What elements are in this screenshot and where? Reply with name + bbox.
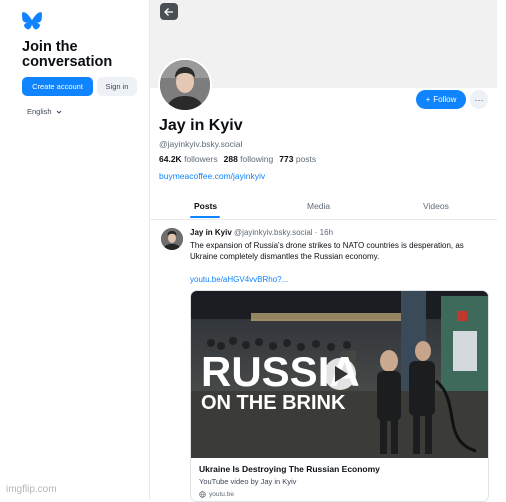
posts-stat: 773 posts [279,154,317,164]
post-author[interactable]: Jay in Kyiv [190,228,232,237]
card-domain: youtu.be [199,491,234,498]
follow-button[interactable]: + Follow [416,90,466,109]
watermark: imgflip.com [6,484,57,495]
back-button[interactable] [160,3,178,20]
follow-label: Follow [433,95,457,104]
ellipsis-icon: ··· [474,94,484,105]
video-thumbnail[interactable]: RUSSIA ON THE BRINK [191,291,488,458]
bluesky-logo-icon[interactable] [22,12,42,30]
post-header: Jay in Kyiv @jayinkyiv.bsky.social · 16h [190,228,333,237]
feed-post[interactable]: Jay in Kyiv @jayinkyiv.bsky.social · 16h… [150,220,497,502]
chevron-down-icon [56,110,61,114]
post-text: The expansion of Russia's drone strikes … [190,241,464,261]
thumb-subtitle: ON THE BRINK [201,392,346,414]
create-account-button[interactable]: Create account [22,77,93,96]
card-subtitle: YouTube video by Jay in Kyiv [199,477,297,486]
more-options-button[interactable]: ··· [470,90,488,109]
avatar-photo [160,60,210,110]
post-handle[interactable]: @jayinkyiv.bsky.social [234,228,313,237]
active-tab-indicator [190,216,220,218]
card-domain-text: youtu.be [209,491,234,498]
profile-handle: @jayinkyiv.bsky.social [159,139,243,149]
post-link[interactable]: youtu.be/aHGV4vvBRho?... [190,275,288,284]
link-preview-card[interactable]: RUSSIA ON THE BRINK Ukraine Is Destroyin… [190,290,489,502]
post-avatar-photo [161,228,183,250]
profile-main: + Follow ··· Jay in Kyiv @jayinkyiv.bsky… [150,0,497,502]
post-avatar[interactable] [161,228,183,250]
plus-icon: + [425,95,431,104]
globe-icon [199,491,206,498]
profile-website-link[interactable]: buymeacoffee.com/jayinkyiv [159,171,265,181]
language-select[interactable]: English [27,107,62,116]
tab-videos[interactable]: Videos [423,201,449,211]
profile-stats: 64.2K followers 288 following 773 posts [159,154,316,164]
following-stat[interactable]: 288 following [224,154,274,164]
arrow-left-icon [164,7,173,16]
tab-posts[interactable]: Posts [194,201,217,211]
join-heading: Join the conversation [22,39,113,70]
language-label: English [27,107,52,116]
profile-avatar[interactable] [158,58,212,112]
tab-media[interactable]: Media [307,201,330,211]
sign-in-button[interactable]: Sign in [97,77,137,96]
profile-tabs: Posts Media Videos [150,197,497,220]
profile-name: Jay in Kyiv [159,117,243,134]
post-time: · 16h [314,228,334,237]
card-title: Ukraine Is Destroying The Russian Econom… [199,464,380,474]
followers-stat[interactable]: 64.2K followers [159,154,218,164]
left-sidebar: Join the conversation Create account Sig… [0,0,150,500]
